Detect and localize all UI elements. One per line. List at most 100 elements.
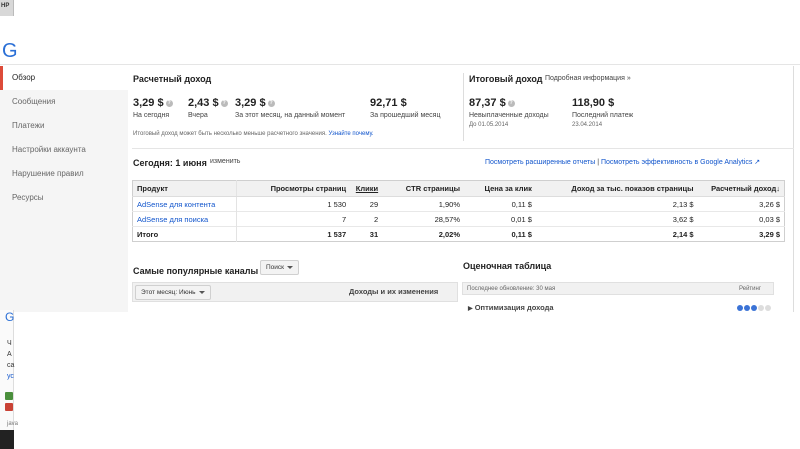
table-cell: 2,02% bbox=[382, 226, 465, 242]
table-cell: 0,03 $ bbox=[697, 211, 785, 227]
last-payment-value: 118,90 $ bbox=[572, 97, 615, 109]
estimated-note-text: Итоговый доход может быть несколько мень… bbox=[133, 131, 327, 137]
income-changes-header: Доходы и их изменения bbox=[349, 287, 439, 296]
metric-today-value: 3,29 $? bbox=[133, 97, 173, 109]
rating-dot-empty bbox=[765, 305, 771, 311]
sort-desc-icon: ↓ bbox=[776, 184, 780, 193]
chevron-down-icon bbox=[287, 265, 294, 269]
scorecard-rating-header: Рейтинг bbox=[739, 286, 762, 292]
col-product[interactable]: Продукт bbox=[132, 180, 237, 197]
table-row: AdSense для поиска 7 2 28,57% 0,01 $ 3,6… bbox=[132, 211, 785, 227]
unpaid-earnings-label: Невыплаченные доходы bbox=[469, 112, 549, 119]
table-cell: 7 bbox=[235, 211, 351, 227]
table-row: AdSense для контента 1 530 29 1,90% 0,11… bbox=[132, 196, 785, 212]
today-divider bbox=[132, 148, 794, 149]
fragment-text: са bbox=[7, 362, 15, 369]
today-title: Сегодня: 1 июня bbox=[133, 158, 207, 168]
analytics-link[interactable]: Посмотреть эффективность в Google Analyt… bbox=[601, 159, 752, 166]
metric-yesterday-label: Вчера bbox=[188, 112, 208, 119]
table-cell: 31 bbox=[350, 226, 383, 242]
sidebar-item-payments[interactable]: Платежи bbox=[0, 114, 128, 138]
app-icon[interactable] bbox=[5, 403, 13, 411]
section-divider bbox=[463, 73, 464, 141]
scorecard-item-label: Оптимизация дохода bbox=[474, 303, 554, 312]
rating-dot-filled bbox=[751, 305, 757, 311]
advanced-reports-link[interactable]: Посмотреть расширенные отчеты bbox=[485, 159, 595, 166]
table-cell: 0,11 $ bbox=[464, 196, 536, 212]
app-icon[interactable] bbox=[5, 392, 13, 400]
col-clicks[interactable]: Клики bbox=[350, 180, 383, 197]
help-icon[interactable]: ? bbox=[507, 99, 515, 107]
table-cell: 1 537 bbox=[235, 226, 351, 242]
help-icon[interactable]: ? bbox=[267, 99, 275, 107]
rating-dot-filled bbox=[744, 305, 750, 311]
scorecard-item[interactable]: ▶ Оптимизация дохода bbox=[468, 303, 554, 312]
finalized-earnings-title: Итоговый доход bbox=[469, 74, 543, 84]
sidebar-item-policy-violations[interactable]: Нарушение правил bbox=[0, 162, 128, 186]
col-cpc[interactable]: Цена за клик bbox=[464, 180, 536, 197]
estimated-earnings-title: Расчетный доход bbox=[133, 74, 212, 84]
sidebar-item-account-settings[interactable]: Настройки аккаунта bbox=[0, 138, 128, 162]
tab-label: НР bbox=[1, 3, 10, 9]
scorecard-updated: Последнее обновление: 30 мая bbox=[467, 286, 556, 292]
fragment-text: А bbox=[7, 351, 12, 358]
total-label: Итого bbox=[132, 226, 237, 242]
fragment-text: Ч bbox=[7, 340, 12, 347]
estimated-note: Итоговый доход может быть несколько мень… bbox=[133, 131, 374, 137]
metric-yesterday-value: 2,43 $? bbox=[188, 97, 228, 109]
content-right-border bbox=[793, 66, 794, 312]
table-cell: 28,57% bbox=[382, 211, 465, 227]
google-logo-icon: G bbox=[2, 40, 18, 62]
sidebar-item-overview[interactable]: Обзор bbox=[0, 66, 128, 90]
help-icon[interactable]: ? bbox=[165, 99, 173, 107]
table-cell: 3,29 $ bbox=[697, 226, 785, 242]
product-cell[interactable]: AdSense для контента bbox=[132, 196, 237, 212]
metric-today-label: На сегодня bbox=[133, 112, 170, 119]
learn-why-link[interactable]: Узнайте почему. bbox=[328, 131, 373, 137]
table-cell: 0,11 $ bbox=[464, 226, 536, 242]
table-cell: 2 bbox=[350, 211, 383, 227]
help-icon[interactable]: ? bbox=[220, 99, 228, 107]
month-filter-label: Этот месяц: Июнь bbox=[141, 289, 196, 296]
channel-type-label: Поиск bbox=[266, 264, 285, 271]
table-cell: 1,90% bbox=[382, 196, 465, 212]
col-rpm[interactable]: Доход за тыс. показов страницы bbox=[535, 180, 698, 197]
unpaid-earnings-date: До 01.05.2014 bbox=[469, 122, 509, 128]
more-info-link[interactable]: Подробная информация » bbox=[545, 75, 631, 82]
sidebar-item-messages[interactable]: Сообщения bbox=[0, 90, 128, 114]
metric-this-month-value: 3,29 $? bbox=[235, 97, 275, 109]
col-ctr[interactable]: CTR страницы bbox=[382, 180, 465, 197]
col-estimated-earnings[interactable]: Расчетный доход↓ bbox=[697, 180, 785, 197]
popular-channels-title: Самые популярные каналы bbox=[133, 266, 259, 276]
metric-last-month-label: За прошедший месяц bbox=[370, 112, 441, 119]
taskbar-fragment bbox=[0, 430, 14, 449]
table-total-row: Итого 1 537 31 2,02% 0,11 $ 2,14 $ 3,29 … bbox=[132, 226, 785, 242]
product-cell[interactable]: AdSense для поиска bbox=[132, 211, 237, 227]
fragment-bottom-text: java bbox=[7, 421, 19, 427]
last-payment-date: 23.04.2014 bbox=[572, 122, 603, 128]
google-logo-icon: G bbox=[5, 310, 15, 324]
rating-dot-filled bbox=[737, 305, 743, 311]
unpaid-earnings-value: 87,37 $? bbox=[469, 97, 515, 109]
channel-type-dropdown[interactable]: Поиск bbox=[260, 260, 300, 275]
expand-triangle-icon: ▶ bbox=[468, 306, 473, 312]
rating-dot-empty bbox=[758, 305, 764, 311]
fragment-link[interactable]: ус bbox=[7, 373, 14, 380]
table-cell: 29 bbox=[350, 196, 383, 212]
table-header-row: Продукт Просмотры страниц Клики CTR стра… bbox=[132, 180, 785, 197]
sidebar: Обзор Сообщения Платежи Настройки аккаун… bbox=[0, 66, 128, 312]
chevron-down-icon bbox=[198, 290, 205, 294]
sidebar-item-resources[interactable]: Ресурсы bbox=[0, 186, 128, 210]
external-link-icon: ↗ bbox=[754, 159, 761, 166]
table-cell: 3,26 $ bbox=[697, 196, 785, 212]
table-cell: 3,62 $ bbox=[535, 211, 698, 227]
performance-table: Продукт Просмотры страниц Клики CTR стра… bbox=[132, 180, 785, 242]
header-divider bbox=[0, 64, 800, 65]
metric-last-month-value: 92,71 $ bbox=[370, 97, 407, 109]
col-pageviews[interactable]: Просмотры страниц bbox=[235, 180, 351, 197]
month-filter-dropdown[interactable]: Этот месяц: Июнь bbox=[135, 285, 211, 300]
browser-tab[interactable]: НР bbox=[0, 0, 14, 16]
scorecard-title: Оценочная таблица bbox=[463, 261, 552, 271]
change-date-link[interactable]: изменить bbox=[210, 158, 240, 165]
links-divider: | bbox=[597, 159, 600, 166]
